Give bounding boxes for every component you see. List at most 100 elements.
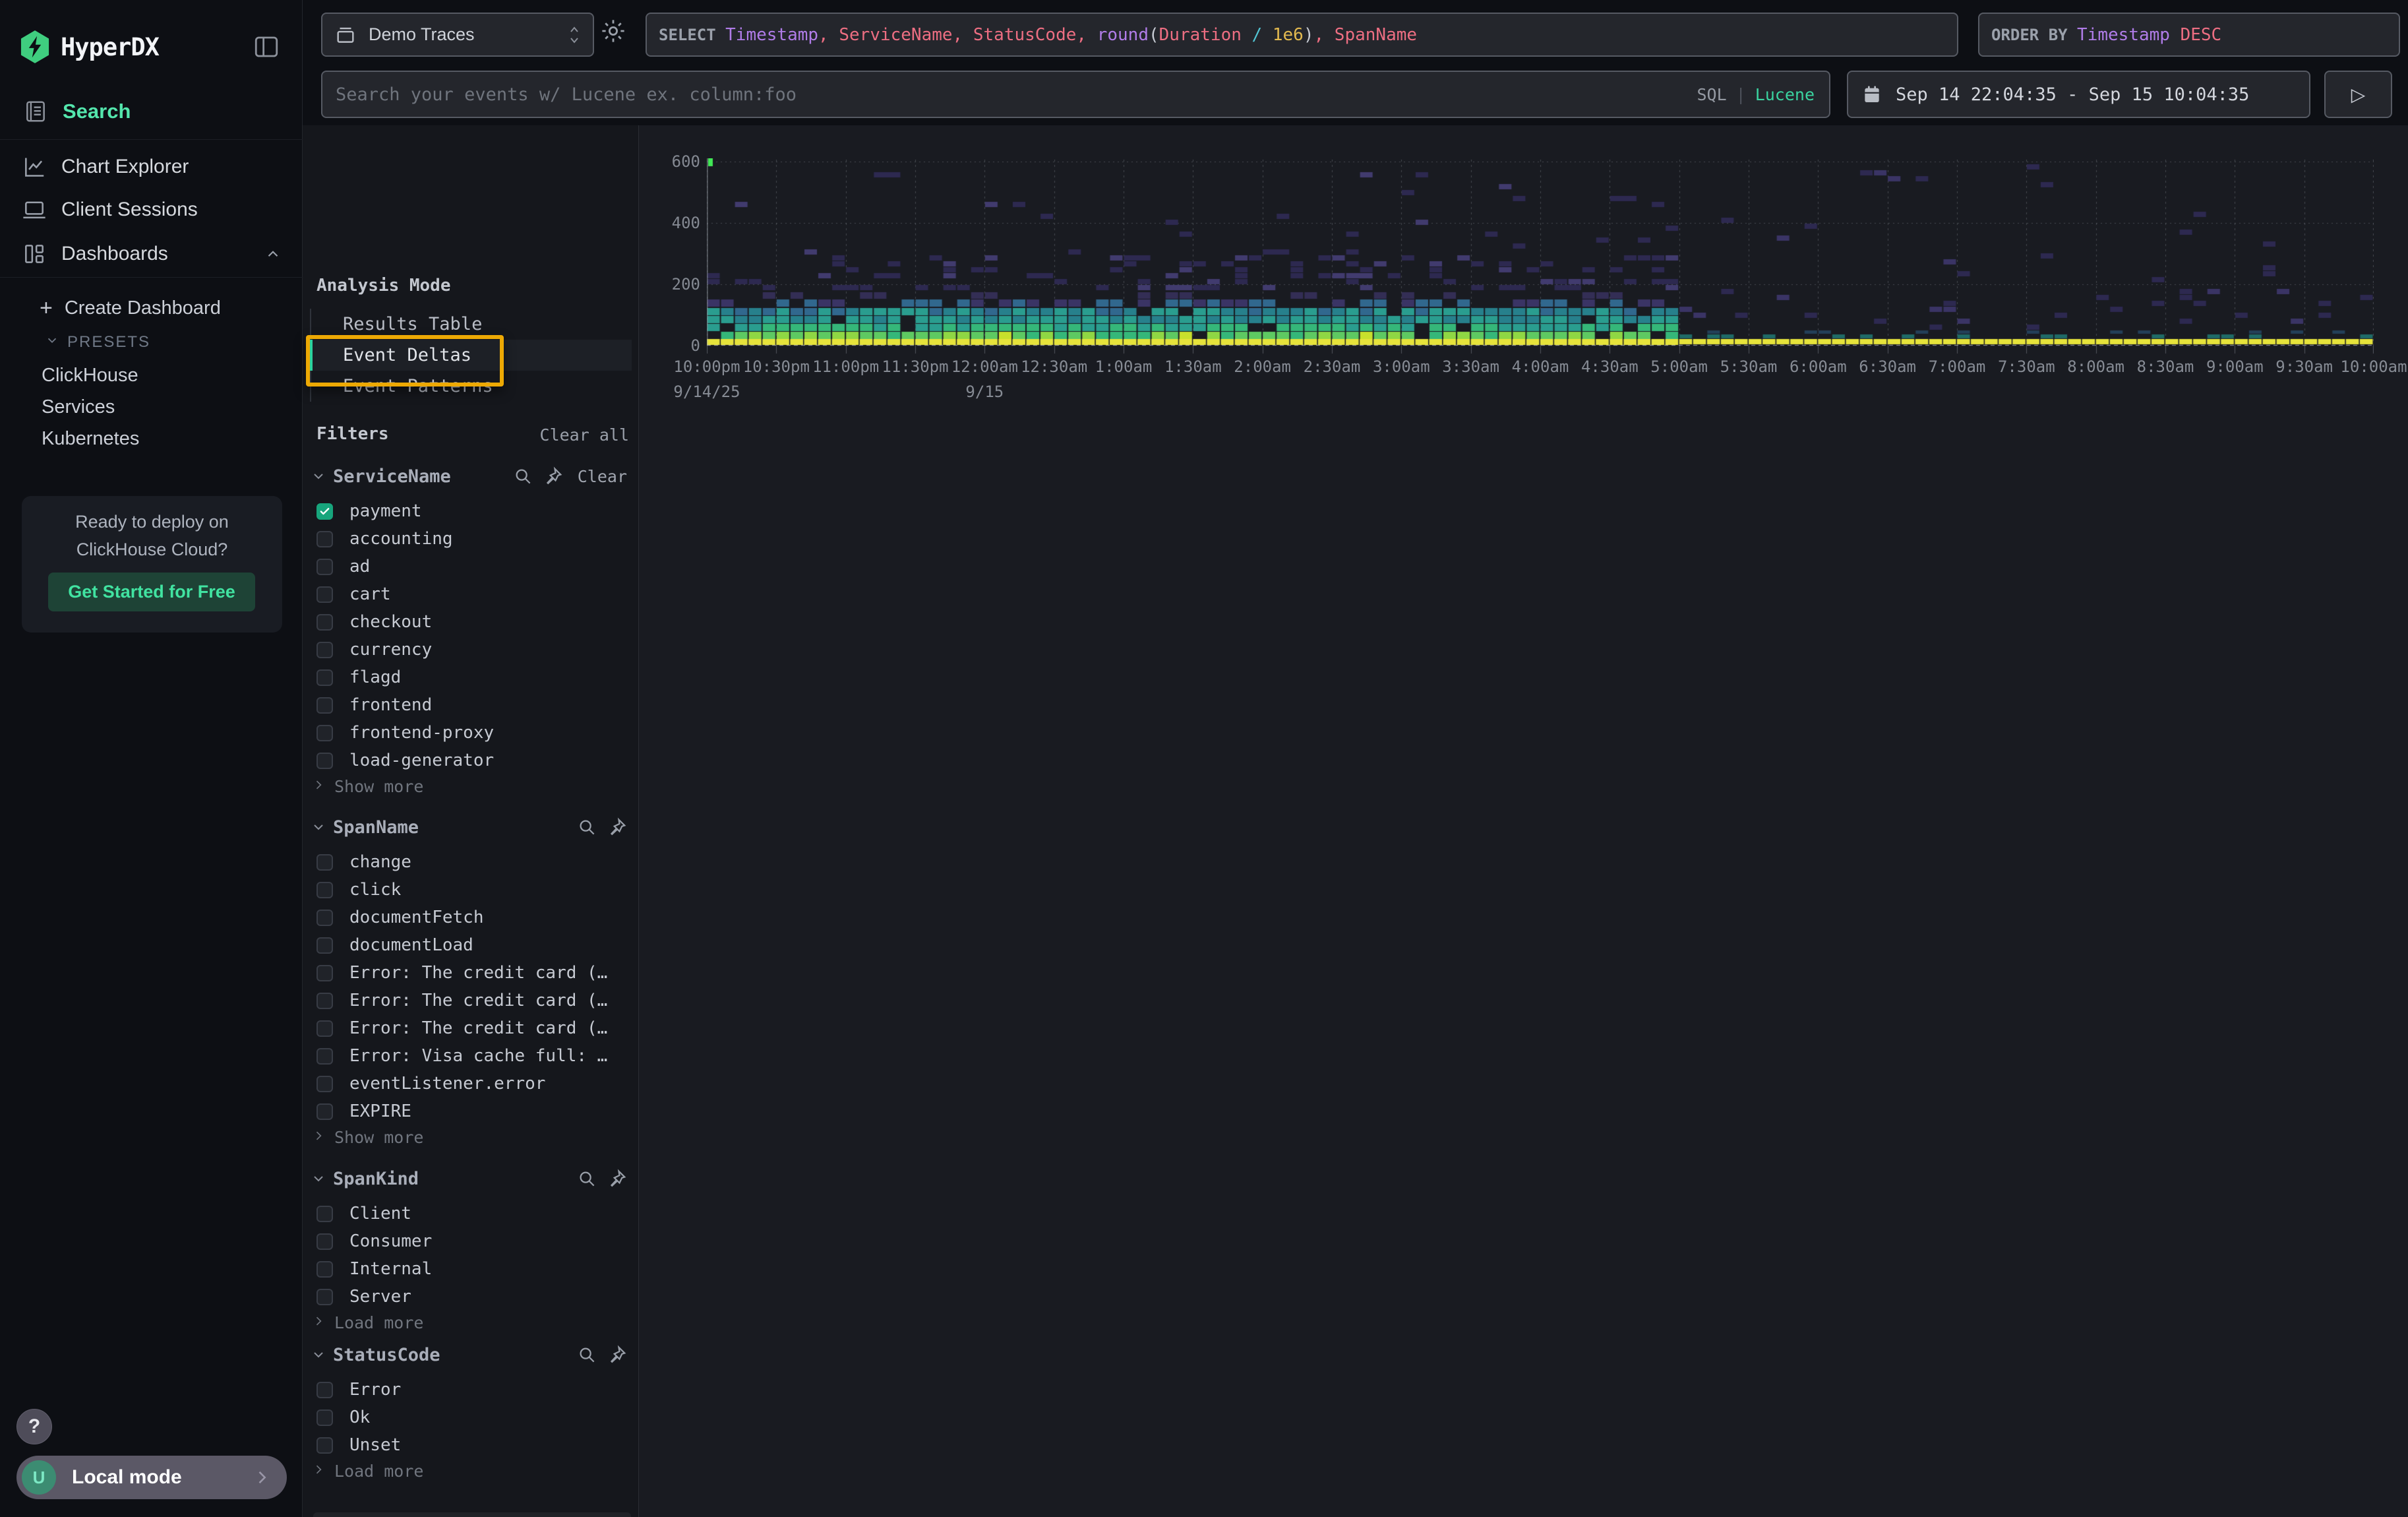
more-filters-button[interactable]: More filters [313,1512,631,1517]
pin-icon[interactable] [607,817,627,837]
filter-checkbox-row[interactable]: Error: The credit card (… [303,1014,639,1042]
search-icon[interactable] [513,466,533,486]
filter-checkbox-row[interactable]: documentLoad [303,931,639,959]
gear-icon[interactable] [599,17,631,49]
checkbox-icon[interactable] [316,1437,333,1454]
run-query-button[interactable]: ▷ [2324,71,2392,118]
chevron-down-icon[interactable] [311,1347,326,1363]
get-started-button[interactable]: Get Started for Free [48,573,255,611]
search-icon[interactable] [577,1345,597,1365]
search-input[interactable] [336,84,1697,105]
chevron-down-icon[interactable] [311,468,326,484]
pin-icon[interactable] [607,1169,627,1189]
checkbox-icon[interactable] [316,882,333,898]
show-more-button[interactable]: Show more [303,1125,639,1149]
checkbox-icon[interactable] [316,586,333,603]
select-clause-input[interactable]: SELECT Timestamp, ServiceName, StatusCod… [646,13,1958,57]
filter-checkbox-row[interactable]: EXPIRE [303,1098,639,1125]
filter-checkbox-row[interactable]: load-generator [303,747,639,774]
clear-all-button[interactable]: Clear all [540,425,629,445]
filter-checkbox-row[interactable]: Error: The credit card (… [303,987,639,1014]
events-heatmap-canvas[interactable] [707,158,2374,356]
analysis-mode-results-table[interactable]: Results Table [311,309,632,340]
analysis-mode-event-deltas[interactable]: Event Deltas [310,340,632,371]
checkbox-icon[interactable] [316,965,333,981]
checkbox-icon[interactable] [316,697,333,714]
checkbox-icon[interactable] [316,531,333,547]
filter-section-title[interactable]: SpanKind [333,1169,419,1189]
checkbox-icon[interactable] [316,1048,333,1065]
toggle-sql[interactable]: SQL [1697,85,1726,104]
sidebar-item-dashboards[interactable]: Dashboards [0,233,303,275]
pin-icon[interactable] [543,466,563,486]
checkbox-checked-icon[interactable] [316,503,333,520]
checkbox-icon[interactable] [316,669,333,686]
sidebar-item-client-sessions[interactable]: Client Sessions [0,189,303,231]
filter-checkbox-row[interactable]: checkout [303,608,639,636]
filter-checkbox-row[interactable]: documentFetch [303,904,639,931]
collapse-sidebar-icon[interactable] [253,33,280,61]
filter-checkbox-row[interactable]: Client [303,1200,639,1227]
create-dashboard-button[interactable]: +Create Dashboard [40,295,221,321]
checkbox-icon[interactable] [316,993,333,1009]
presets-header[interactable]: PRESETS [45,332,150,352]
filter-checkbox-row[interactable]: frontend-proxy [303,719,639,747]
checkbox-icon[interactable] [316,559,333,575]
user-menu[interactable]: U Local mode [16,1456,287,1499]
filter-checkbox-row[interactable]: currency [303,636,639,664]
sidebar-item-chart-explorer[interactable]: Chart Explorer [0,146,303,188]
orderby-clause-input[interactable]: ORDER BY Timestamp DESC [1978,13,2400,57]
filter-checkbox-row[interactable]: Internal [303,1255,639,1283]
checkbox-icon[interactable] [316,1289,333,1305]
checkbox-icon[interactable] [316,642,333,658]
checkbox-icon[interactable] [316,1076,333,1092]
filter-checkbox-row[interactable]: Server [303,1283,639,1311]
chevron-down-icon[interactable] [311,1171,326,1187]
checkbox-icon[interactable] [316,1261,333,1278]
preset-item-kubernetes[interactable]: Kubernetes [42,426,139,451]
checkbox-icon[interactable] [316,937,333,954]
show-more-button[interactable]: Load more [303,1311,639,1334]
checkbox-icon[interactable] [316,753,333,769]
checkbox-icon[interactable] [316,1206,333,1222]
filter-checkbox-row[interactable]: click [303,876,639,904]
checkbox-icon[interactable] [316,614,333,631]
filter-checkbox-row[interactable]: Ok [303,1404,639,1431]
source-select[interactable]: Demo Traces [321,13,594,57]
checkbox-icon[interactable] [316,910,333,926]
filter-checkbox-row[interactable]: ad [303,553,639,580]
checkbox-icon[interactable] [316,1409,333,1426]
filter-checkbox-row[interactable]: payment [303,497,639,525]
filter-checkbox-row[interactable]: Error: Visa cache full: … [303,1042,639,1070]
filter-checkbox-row[interactable]: Error [303,1376,639,1404]
filter-checkbox-row[interactable]: Error: The credit card (… [303,959,639,987]
checkbox-icon[interactable] [316,725,333,741]
checkbox-icon[interactable] [316,1103,333,1120]
checkbox-icon[interactable] [316,1382,333,1398]
search-icon[interactable] [577,1169,597,1189]
analysis-mode-event-patterns[interactable]: Event Patterns [311,371,632,402]
show-more-button[interactable]: Load more [303,1459,639,1483]
pin-icon[interactable] [607,1345,627,1365]
search-icon[interactable] [577,817,597,837]
filter-checkbox-row[interactable]: cart [303,580,639,608]
filter-checkbox-row[interactable]: accounting [303,525,639,553]
filter-checkbox-row[interactable]: flagd [303,664,639,691]
filter-section-title[interactable]: StatusCode [333,1345,440,1365]
filter-section-title[interactable]: SpanName [333,817,419,838]
checkbox-icon[interactable] [316,1233,333,1250]
checkbox-icon[interactable] [316,1020,333,1037]
chevron-down-icon[interactable] [311,819,326,835]
preset-item-services[interactable]: Services [42,394,115,419]
show-more-button[interactable]: Show more [303,774,639,798]
help-button[interactable]: ? [16,1409,52,1444]
filter-checkbox-row[interactable]: Unset [303,1431,639,1459]
checkbox-icon[interactable] [316,854,333,871]
filter-checkbox-row[interactable]: change [303,848,639,876]
filter-checkbox-row[interactable]: frontend [303,691,639,719]
event-search-input-box[interactable]: SQL | Lucene [321,71,1830,118]
filter-section-title[interactable]: ServiceName [333,466,451,487]
sidebar-item-search[interactable]: Search [0,91,303,132]
filter-checkbox-row[interactable]: eventListener.error [303,1070,639,1098]
clear-filter-button[interactable]: Clear [578,467,627,486]
